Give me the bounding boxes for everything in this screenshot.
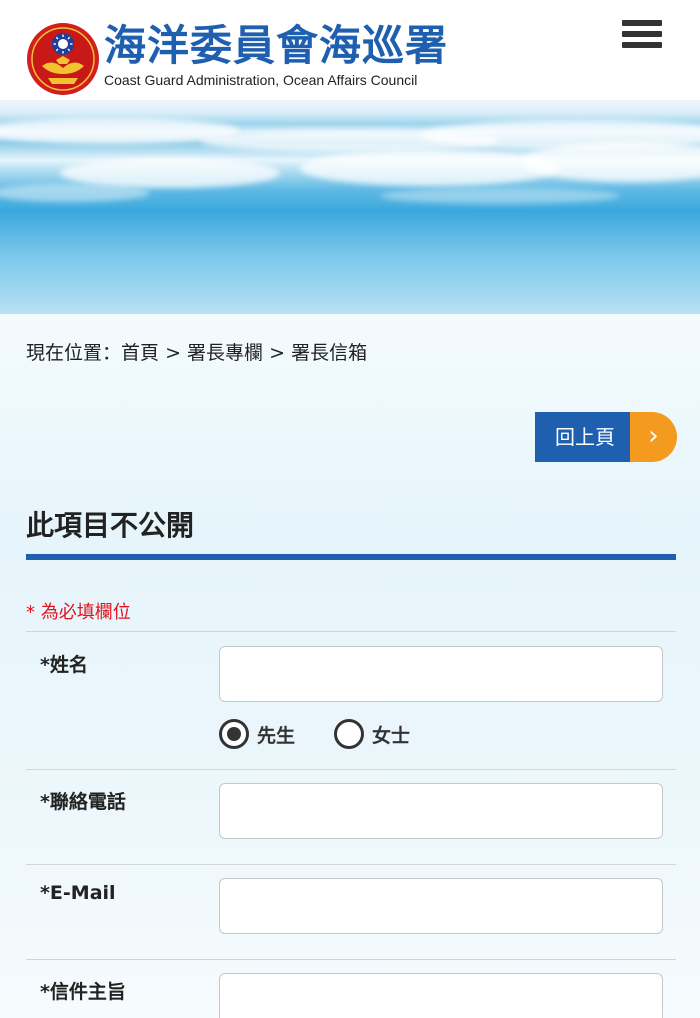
breadcrumb-separator: > [165, 342, 181, 364]
main-content: 現在位置：首頁 > 署長專欄 > 署長信箱 回上頁 › 此項目不公開 * 為必填… [0, 314, 700, 1018]
breadcrumb: 現在位置：首頁 > 署長專欄 > 署長信箱 [26, 338, 367, 365]
row-divider [26, 864, 676, 865]
subject-input[interactable] [219, 973, 663, 1018]
site-header: 海洋委員會海巡署 Coast Guard Administration, Oce… [0, 0, 700, 100]
chevron-right-icon[interactable]: › [630, 412, 677, 462]
row-divider [26, 631, 676, 632]
radio-checked-icon[interactable] [219, 719, 249, 749]
gender-radio-ms[interactable]: 女士 [334, 718, 410, 750]
email-input[interactable] [219, 878, 663, 934]
row-divider [26, 769, 676, 770]
radio-unchecked-icon[interactable] [334, 719, 364, 749]
email-label: *E-Mail [40, 882, 116, 904]
breadcrumb-current-director-mailbox[interactable]: 署長信箱 [291, 342, 367, 364]
name-input[interactable] [219, 646, 663, 702]
coast-guard-emblem-icon[interactable] [26, 22, 100, 96]
phone-label: *聯絡電話 [40, 791, 126, 813]
hamburger-menu-icon[interactable] [622, 20, 662, 54]
section-title: 此項目不公開 [26, 509, 195, 542]
subject-label: *信件主旨 [40, 981, 126, 1003]
row-divider [26, 959, 676, 960]
gender-option-label[interactable]: 女士 [372, 721, 410, 748]
gender-option-label[interactable]: 先生 [257, 721, 295, 748]
breadcrumb-link-home[interactable]: 首頁 [121, 342, 159, 364]
gender-radio-mr[interactable]: 先生 [219, 718, 295, 750]
breadcrumb-link-director-column[interactable]: 署長專欄 [187, 342, 263, 364]
name-label: *姓名 [40, 654, 88, 676]
breadcrumb-separator: > [269, 342, 286, 364]
back-button[interactable]: 回上頁 › [535, 412, 677, 462]
phone-input[interactable] [219, 783, 663, 839]
site-subtitle: Coast Guard Administration, Ocean Affair… [104, 72, 418, 88]
site-title[interactable]: 海洋委員會海巡署 [104, 20, 448, 72]
breadcrumb-prefix: 現在位置： [26, 342, 122, 364]
ocean-banner-image [0, 100, 700, 314]
required-fields-note: * 為必填欄位 [26, 602, 131, 623]
section-divider [26, 554, 676, 560]
back-button-label[interactable]: 回上頁 [535, 412, 635, 462]
